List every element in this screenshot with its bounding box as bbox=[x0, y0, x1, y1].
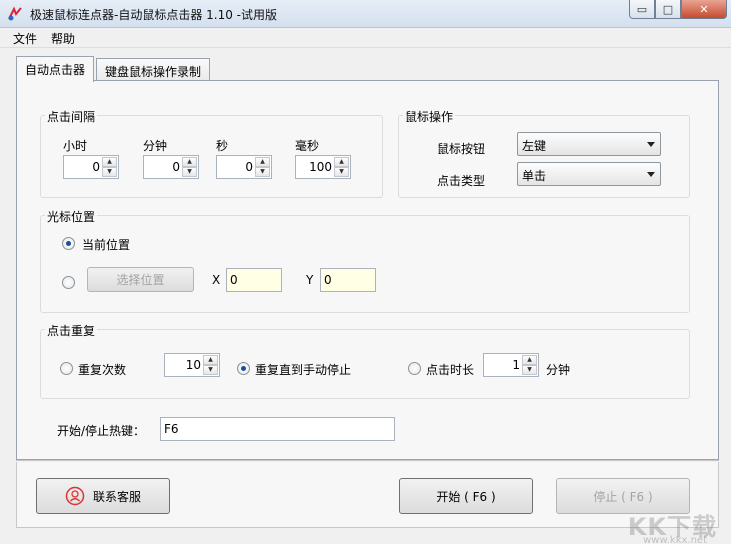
x-value: 0 bbox=[230, 273, 238, 287]
second-spinner[interactable]: 0 ▲ ▼ bbox=[216, 155, 272, 179]
maximize-button[interactable]: □ bbox=[655, 0, 681, 19]
minute-label: 分钟 bbox=[143, 139, 168, 153]
hour-label: 小时 bbox=[63, 139, 88, 153]
y-input[interactable]: 0 bbox=[320, 268, 376, 292]
contact-support-button[interactable]: 联系客服 bbox=[36, 478, 170, 514]
start-label: 开始 ( F6 ) bbox=[436, 489, 496, 504]
tab-record[interactable]: 键盘鼠标操作录制 bbox=[96, 58, 211, 82]
cursor-group-title: 光标位置 bbox=[45, 208, 98, 225]
contact-support-label: 联系客服 bbox=[92, 489, 141, 504]
ms-label: 毫秒 bbox=[295, 139, 320, 153]
minimize-button[interactable]: ▭ bbox=[629, 0, 655, 19]
spin-down-icon[interactable]: ▼ bbox=[102, 167, 117, 177]
repeat-count-value: 10 bbox=[185, 358, 201, 372]
mouse-button-label: 鼠标按钮 bbox=[437, 142, 486, 156]
start-button[interactable]: 开始 ( F6 ) bbox=[399, 478, 533, 514]
click-duration-spinner[interactable]: 1 ▲ ▼ bbox=[483, 353, 539, 377]
second-value: 0 bbox=[245, 160, 253, 174]
spin-up-icon[interactable]: ▲ bbox=[334, 157, 349, 167]
x-label: X bbox=[212, 273, 221, 287]
spin-down-icon[interactable]: ▼ bbox=[334, 167, 349, 177]
select-position-radio[interactable] bbox=[62, 276, 75, 289]
hour-value: 0 bbox=[92, 160, 100, 174]
spin-up-icon[interactable]: ▲ bbox=[102, 157, 117, 167]
hour-spinner[interactable]: 0 ▲ ▼ bbox=[63, 155, 119, 179]
separator bbox=[16, 460, 719, 461]
menu-file[interactable]: 文件 bbox=[13, 30, 37, 47]
window-controls: ▭ □ ✕ bbox=[629, 0, 727, 20]
chevron-down-icon bbox=[647, 142, 655, 147]
click-duration-value: 1 bbox=[512, 358, 520, 372]
hotkey-input[interactable]: F6 bbox=[160, 417, 395, 441]
title-bar: 极速鼠标连点器-自动鼠标点击器 1.10 -试用版 ▭ □ ✕ bbox=[0, 0, 731, 28]
second-label: 秒 bbox=[216, 139, 229, 153]
repeat-count-spinner[interactable]: 10 ▲ ▼ bbox=[164, 353, 220, 377]
app-icon bbox=[8, 6, 22, 21]
repeat-until-stop-radio[interactable] bbox=[237, 362, 250, 375]
repeat-group bbox=[40, 329, 690, 399]
repeat-count-radio[interactable] bbox=[60, 362, 73, 375]
minimize-icon: ▭ bbox=[636, 2, 648, 16]
close-button[interactable]: ✕ bbox=[681, 0, 727, 19]
tab-record-label: 键盘鼠标操作录制 bbox=[105, 65, 202, 79]
current-position-radio[interactable] bbox=[62, 237, 75, 250]
current-position-label: 当前位置 bbox=[82, 238, 131, 252]
tab-auto-clicker[interactable]: 自动点击器 bbox=[16, 56, 95, 82]
spin-down-icon[interactable]: ▼ bbox=[255, 167, 270, 177]
click-duration-label: 点击时长 bbox=[426, 363, 475, 377]
y-label: Y bbox=[306, 273, 314, 287]
x-input[interactable]: 0 bbox=[226, 268, 282, 292]
spin-up-icon[interactable]: ▲ bbox=[255, 157, 270, 167]
interval-group-title: 点击间隔 bbox=[45, 108, 98, 125]
cursor-group bbox=[40, 215, 690, 313]
close-icon: ✕ bbox=[699, 2, 709, 16]
support-icon bbox=[65, 486, 85, 506]
minute-spinner[interactable]: 0 ▲ ▼ bbox=[143, 155, 199, 179]
click-type-select[interactable]: 单击 bbox=[517, 162, 661, 186]
menu-help[interactable]: 帮助 bbox=[51, 30, 75, 47]
select-position-label: 选择位置 bbox=[116, 273, 165, 287]
click-duration-unit: 分钟 bbox=[546, 363, 571, 377]
chevron-down-icon bbox=[647, 172, 655, 177]
spin-up-icon[interactable]: ▲ bbox=[522, 355, 537, 365]
ms-value: 100 bbox=[309, 160, 332, 174]
spin-down-icon[interactable]: ▼ bbox=[203, 365, 218, 375]
spin-up-icon[interactable]: ▲ bbox=[182, 157, 197, 167]
repeat-count-label: 重复次数 bbox=[78, 363, 127, 377]
hotkey-value: F6 bbox=[164, 422, 179, 436]
repeat-until-stop-label: 重复直到手动停止 bbox=[255, 363, 352, 377]
repeat-group-title: 点击重复 bbox=[45, 322, 98, 339]
click-type-label: 点击类型 bbox=[437, 174, 486, 188]
mouse-button-select[interactable]: 左键 bbox=[517, 132, 661, 156]
click-duration-radio[interactable] bbox=[408, 362, 421, 375]
tab-auto-clicker-label: 自动点击器 bbox=[25, 63, 86, 77]
minute-value: 0 bbox=[172, 160, 180, 174]
mouse-button-value: 左键 bbox=[522, 139, 547, 153]
y-value: 0 bbox=[324, 273, 332, 287]
window-title: 极速鼠标连点器-自动鼠标点击器 1.10 -试用版 bbox=[30, 8, 278, 22]
hotkey-label: 开始/停止热键： bbox=[57, 424, 146, 438]
click-type-value: 单击 bbox=[522, 169, 547, 183]
select-position-button[interactable]: 选择位置 bbox=[87, 267, 194, 292]
maximize-icon: □ bbox=[662, 2, 674, 16]
stop-label: 停止 ( F6 ) bbox=[593, 489, 653, 504]
mouse-op-group-title: 鼠标操作 bbox=[403, 108, 456, 125]
spin-down-icon[interactable]: ▼ bbox=[522, 365, 537, 375]
menu-bar: 文件 帮助 bbox=[0, 28, 731, 48]
watermark-url: www.kkx.net bbox=[643, 535, 707, 544]
spin-up-icon[interactable]: ▲ bbox=[203, 355, 218, 365]
spin-down-icon[interactable]: ▼ bbox=[182, 167, 197, 177]
ms-spinner[interactable]: 100 ▲ ▼ bbox=[295, 155, 351, 179]
